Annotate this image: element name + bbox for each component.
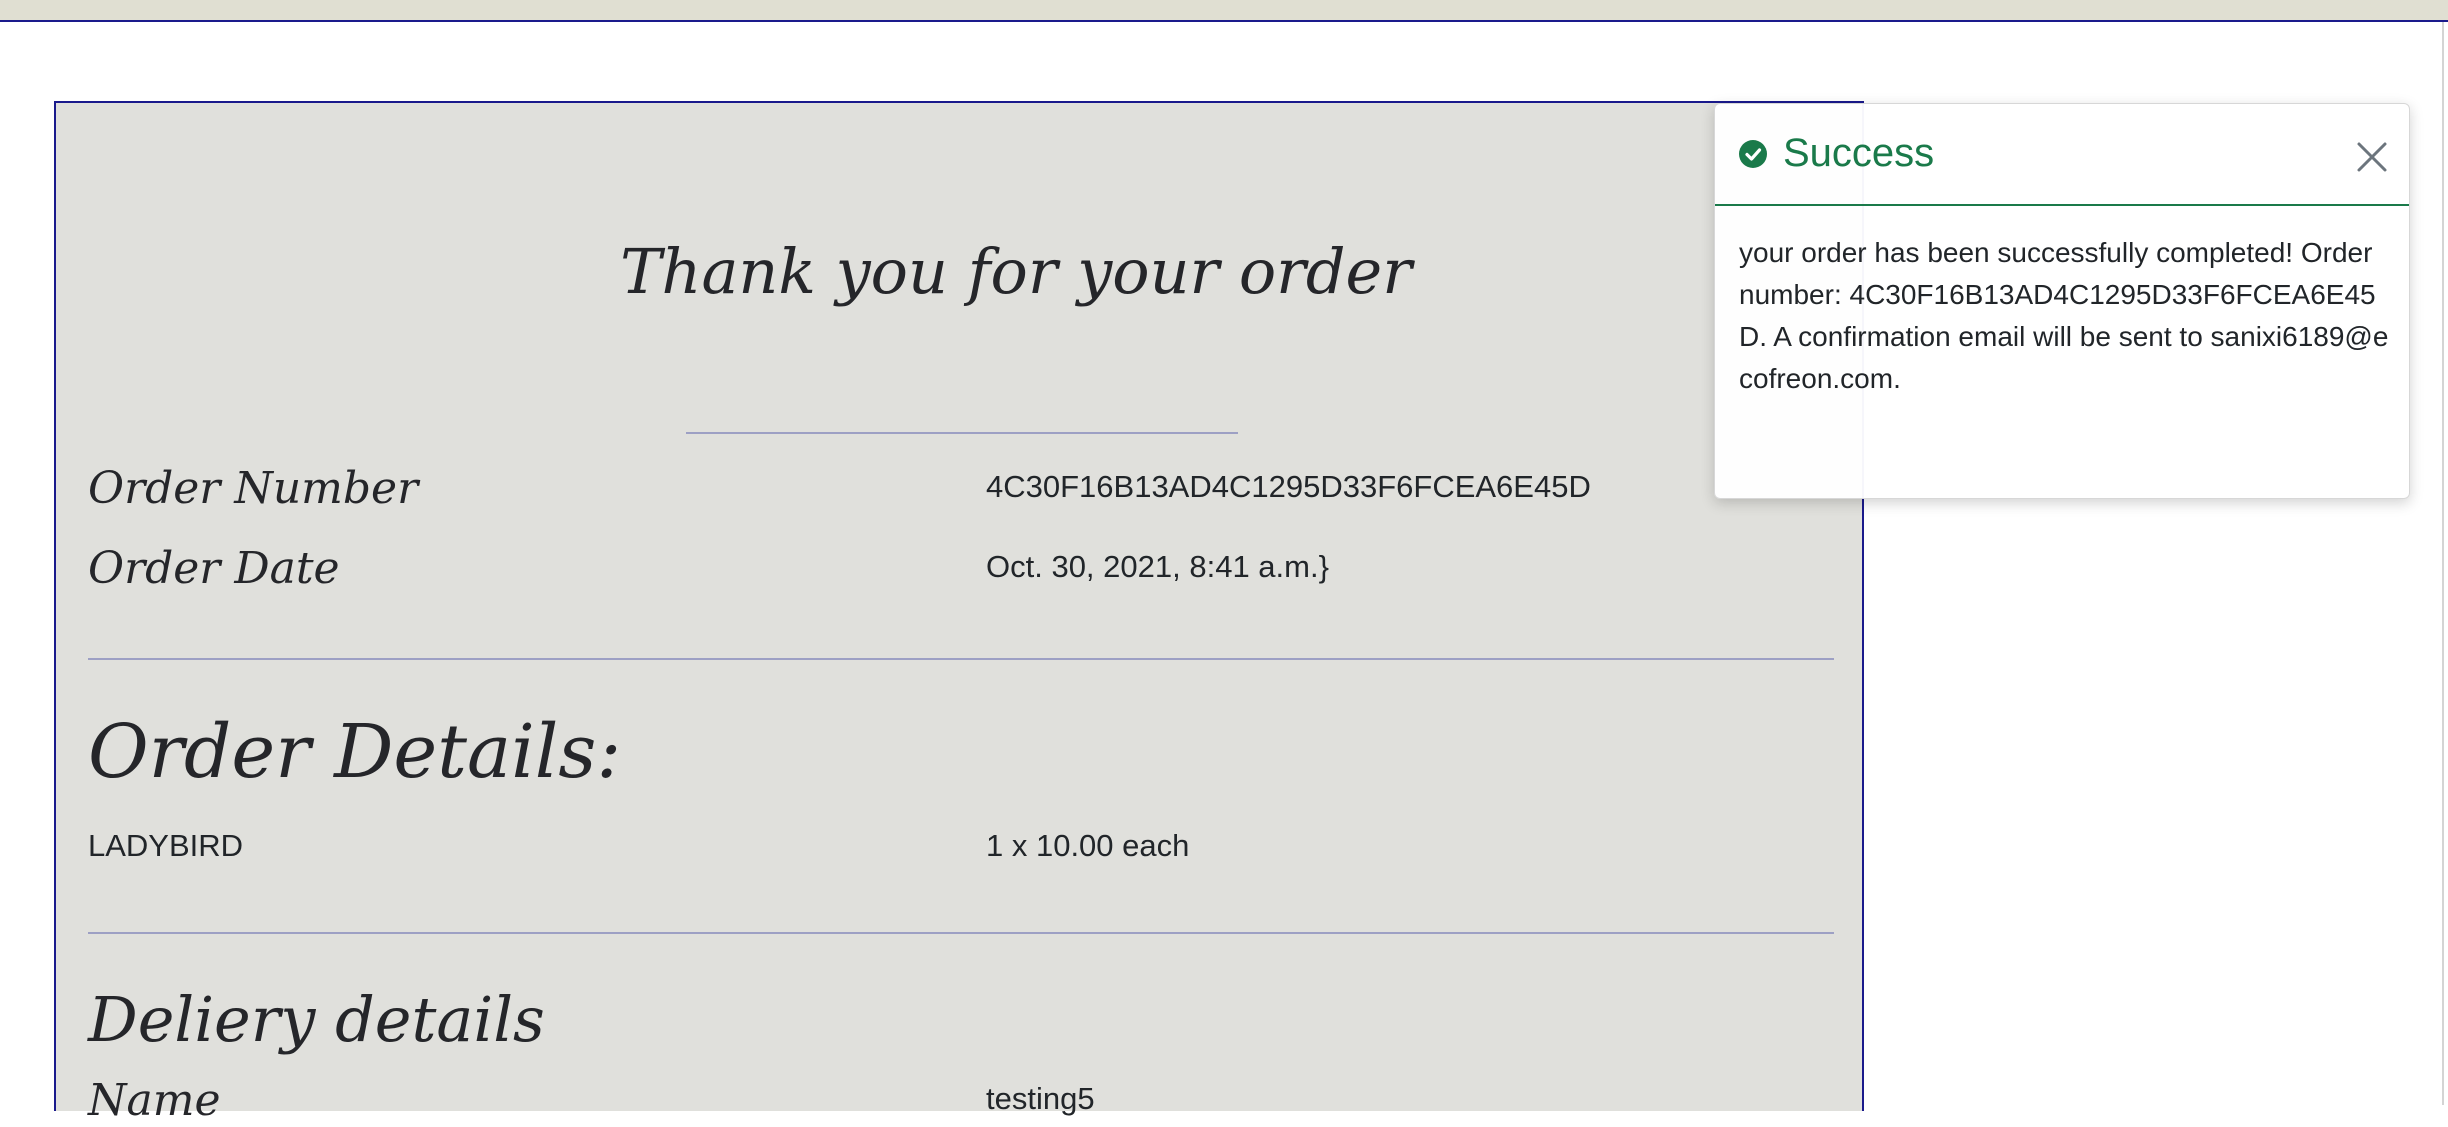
title-divider bbox=[686, 432, 1238, 434]
order-number-label: Order Number bbox=[88, 463, 419, 514]
close-icon[interactable] bbox=[2355, 140, 2389, 174]
order-number-value: 4C30F16B13AD4C1295D33F6FCEA6E45D bbox=[986, 469, 1591, 504]
toast-message: your order has been successfully complet… bbox=[1739, 237, 2389, 394]
order-confirmation-card: Thank you for your order Order Number 4C… bbox=[54, 101, 1864, 1126]
success-toast: Success your order has been successfully… bbox=[1714, 103, 2410, 499]
toast-header: Success bbox=[1715, 104, 2409, 206]
order-item-name: LADYBIRD bbox=[88, 828, 244, 863]
top-navbar bbox=[0, 0, 2448, 22]
check-circle-icon bbox=[1739, 140, 1767, 168]
delivery-name-label: Name bbox=[88, 1075, 221, 1126]
delivery-details-heading: Deliery details bbox=[88, 983, 545, 1056]
order-details-heading: Order Details: bbox=[88, 709, 622, 795]
page-scrollbar[interactable] bbox=[2442, 22, 2444, 1105]
section-divider bbox=[88, 932, 1834, 934]
order-date-label: Order Date bbox=[88, 543, 340, 594]
toast-title: Success bbox=[1783, 131, 1935, 175]
section-divider bbox=[88, 658, 1834, 660]
order-date-value: Oct. 30, 2021, 8:41 a.m.} bbox=[986, 549, 1329, 584]
delivery-name-value: testing5 bbox=[986, 1081, 1095, 1116]
page-title: Thank you for your order bbox=[620, 235, 1412, 308]
order-item-quantity-price: 1 x 10.00 each bbox=[986, 828, 1190, 863]
